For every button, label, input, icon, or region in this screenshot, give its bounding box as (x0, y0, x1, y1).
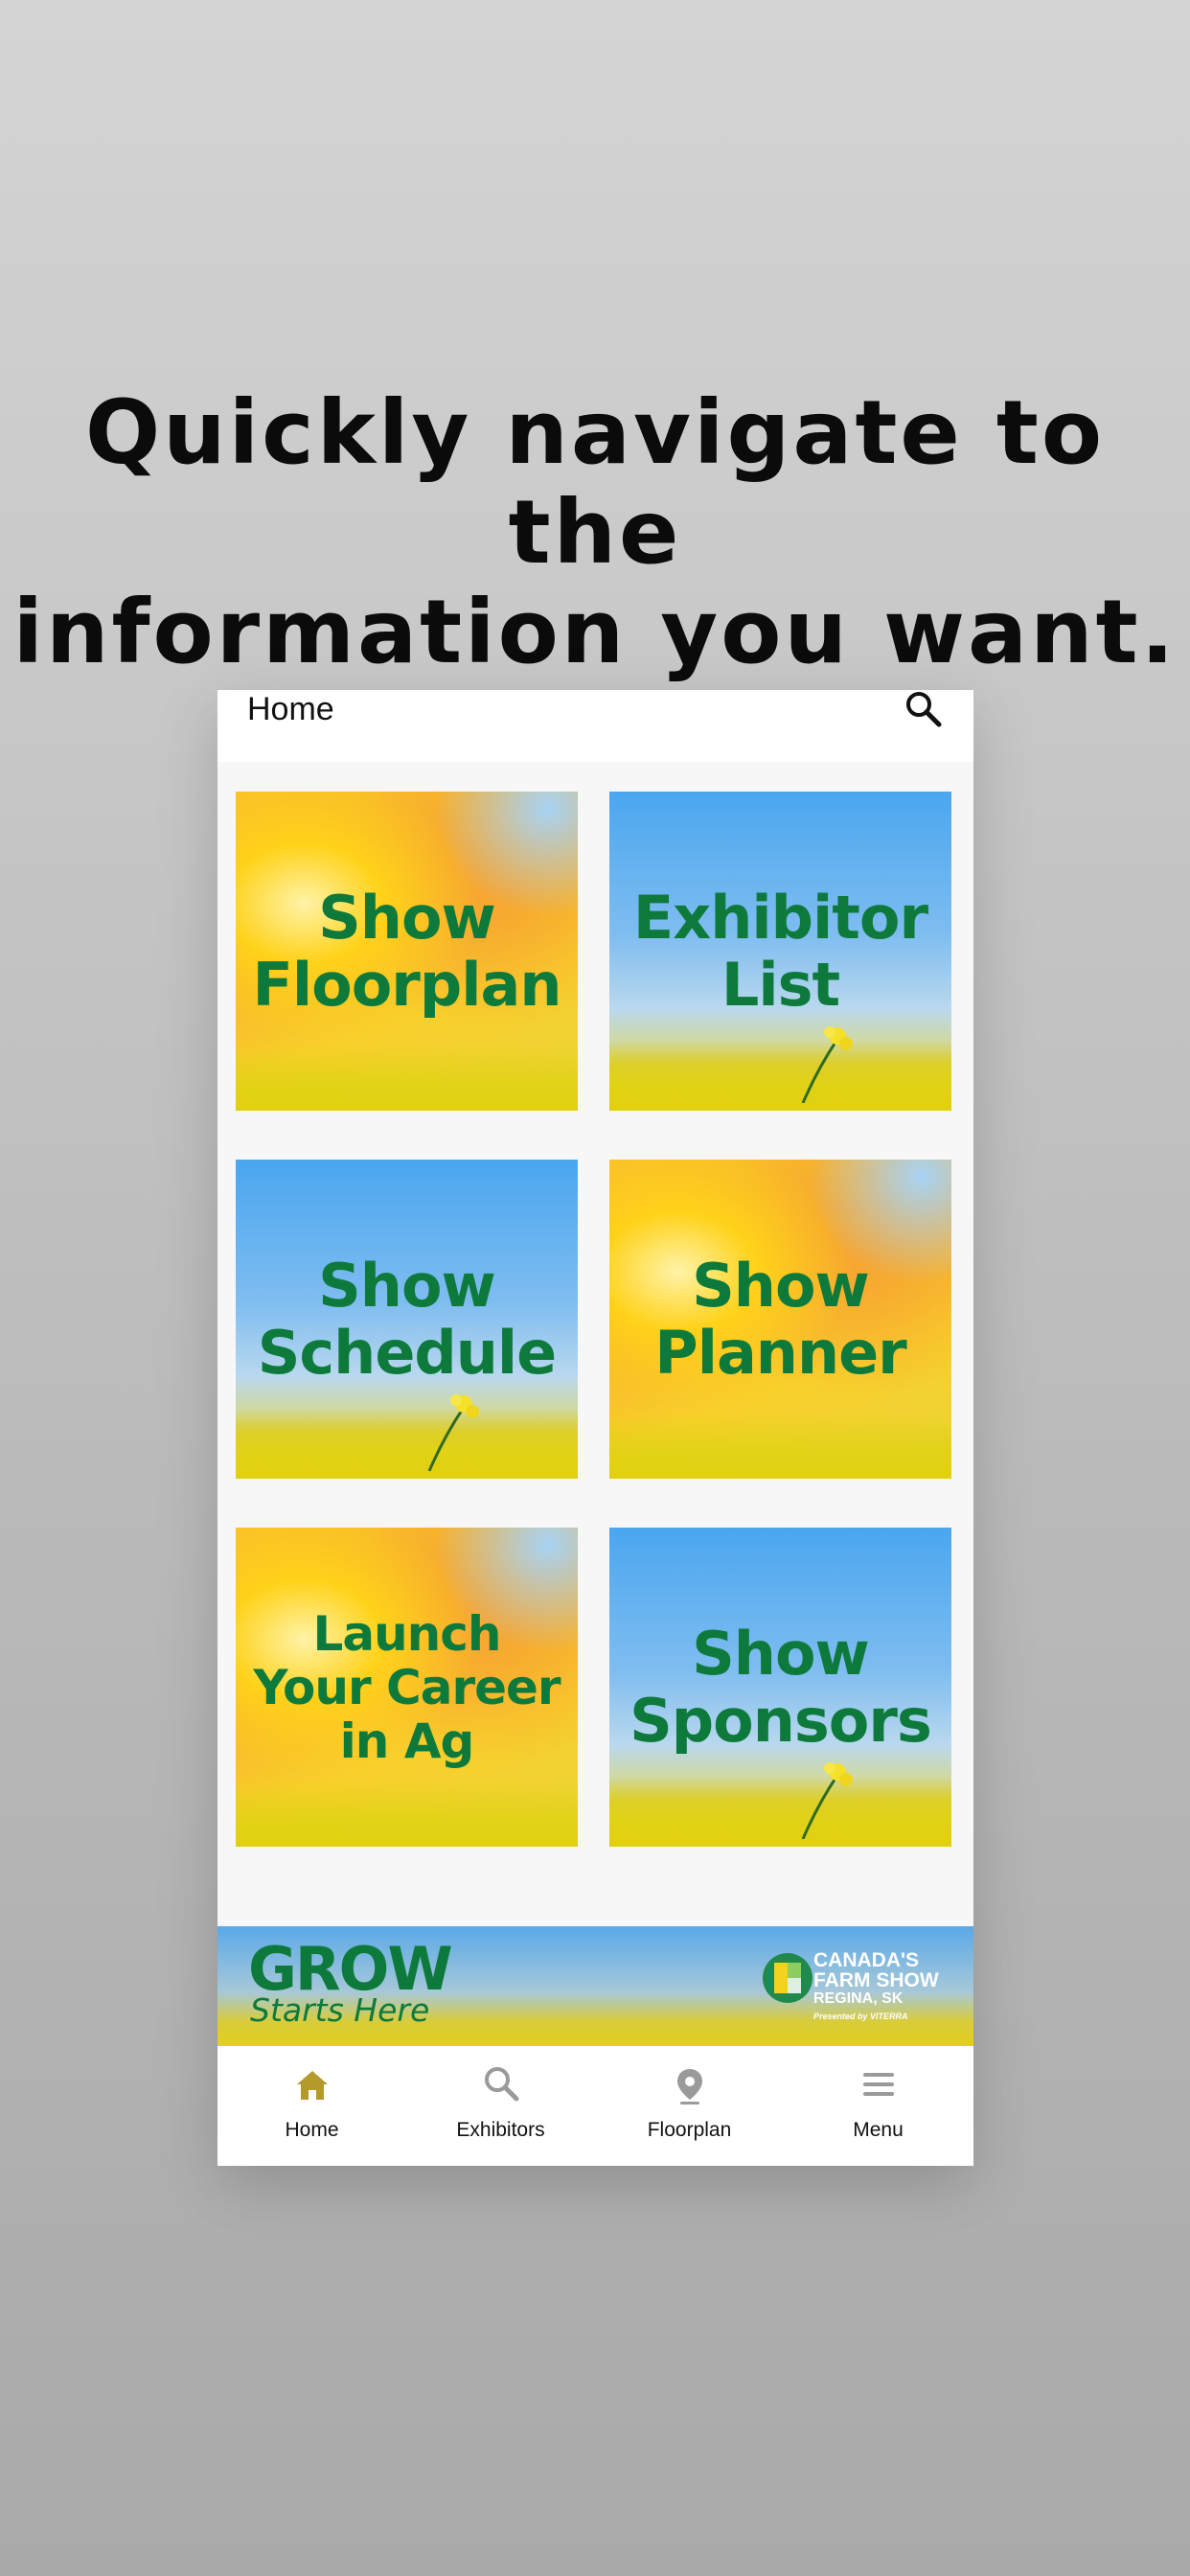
canola-flower-icon (801, 1762, 853, 1839)
tab-label: Home (285, 2119, 339, 2141)
tile-label: Show Schedule (257, 1250, 557, 1388)
canola-field (236, 1044, 578, 1111)
brand-line-2: FARM SHOW (813, 1969, 939, 1991)
search-button[interactable] (903, 690, 945, 732)
tile-label: Show Planner (654, 1250, 906, 1388)
tab-exhibitors[interactable]: Exhibitors (406, 2046, 595, 2166)
farm-show-brand: CANADA'S FARM SHOW REGINA, SK Presented … (813, 1950, 939, 2025)
canola-field (609, 1044, 951, 1111)
tile-label: Show Sponsors (629, 1618, 932, 1756)
canola-flower-icon (801, 1026, 853, 1103)
headline-line-1: Quickly navigate to the (84, 381, 1106, 584)
tile-exhibitor-list[interactable]: Exhibitor List (609, 792, 951, 1111)
map-pin-icon (676, 2069, 702, 2104)
canola-field (236, 1780, 578, 1847)
canola-field (609, 1780, 951, 1847)
headline: Quickly navigate to the information you … (0, 383, 1190, 682)
brand-line-3: REGINA, SK (813, 1990, 904, 2007)
brand-line-4: Presented by VITERRA (813, 2012, 908, 2021)
tab-floorplan[interactable]: Floorplan (595, 2046, 784, 2166)
sponsor-banner[interactable]: GROW Starts Here CANADA'S FARM SHOW REGI… (217, 1926, 973, 2046)
tab-bar: Home Exhibitors Floorplan Menu (217, 2046, 973, 2166)
tile-show-sponsors[interactable]: Show Sponsors (609, 1528, 951, 1847)
banner-grow-text: GROW (248, 1934, 453, 2004)
app-screen: Home Show Floorplan Exhibitor List Show … (217, 690, 973, 2166)
tile-show-schedule[interactable]: Show Schedule (236, 1160, 578, 1479)
farm-show-logo-icon (763, 1953, 812, 2003)
canola-field (609, 1412, 951, 1479)
menu-icon (862, 2073, 894, 2096)
tab-home[interactable]: Home (217, 2046, 406, 2166)
tab-label: Exhibitors (456, 2119, 545, 2141)
tile-show-planner[interactable]: Show Planner (609, 1160, 951, 1479)
canola-field (236, 1412, 578, 1479)
tile-launch-your-career[interactable]: Launch Your Career in Ag (236, 1528, 578, 1847)
tile-label: Launch Your Career in Ag (253, 1605, 561, 1769)
tile-label: Show Floorplan (252, 882, 562, 1020)
headline-line-2: information you want. (12, 581, 1178, 683)
tab-label: Menu (853, 2119, 904, 2141)
tile-label: Exhibitor List (632, 882, 928, 1020)
tile-show-floorplan[interactable]: Show Floorplan (236, 792, 578, 1111)
page-title: Home (247, 691, 334, 727)
top-bar: Home (217, 690, 973, 762)
home-icon (296, 2071, 328, 2100)
banner-tagline: Starts Here (250, 1991, 430, 2029)
search-icon (484, 2067, 518, 2102)
tab-label: Floorplan (647, 2119, 732, 2141)
brand-line-1: CANADA'S (813, 1949, 919, 1971)
canola-flower-icon (427, 1394, 479, 1471)
search-icon (906, 692, 942, 727)
tab-menu[interactable]: Menu (784, 2046, 973, 2166)
